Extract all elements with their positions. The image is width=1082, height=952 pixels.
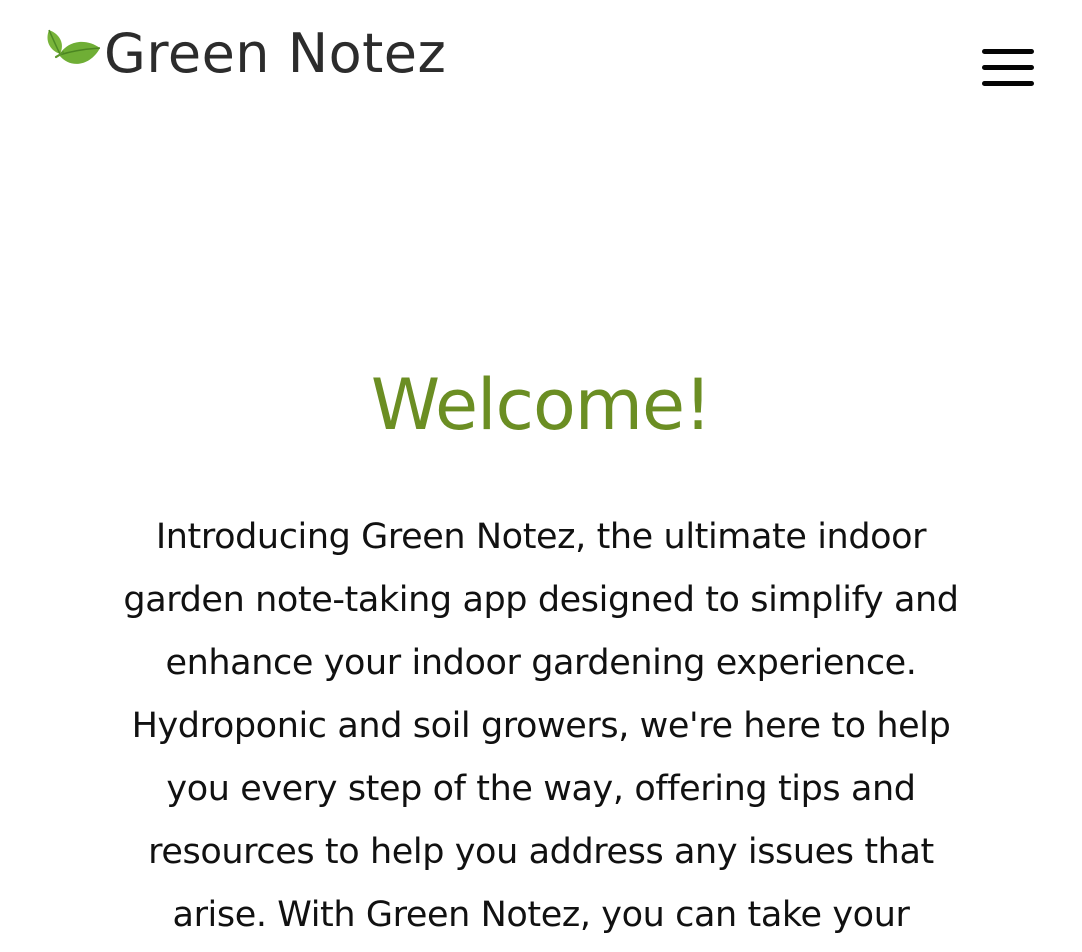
leaf-icon [44,26,102,82]
site-header: Green Notez [0,0,1082,120]
hamburger-menu-button[interactable] [976,44,1038,94]
brand-home-link[interactable]: Green Notez [44,22,446,86]
brand-name: Green Notez [104,22,447,85]
hamburger-menu-icon [976,44,1038,94]
welcome-heading: Welcome! [370,364,712,446]
intro-paragraph: Introducing Green Notez, the ultimate in… [123,517,959,935]
page: Green Notez Welcome! Introducing Green N… [0,0,1082,952]
